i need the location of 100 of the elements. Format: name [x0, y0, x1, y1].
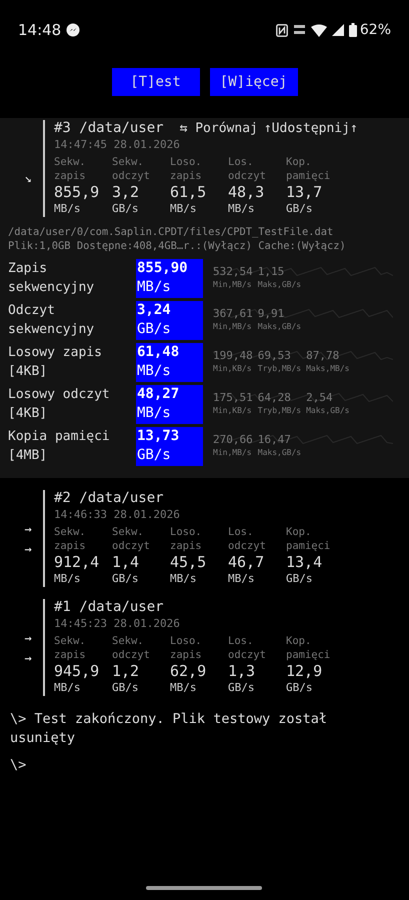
metric-label: Sekw. zapis — [54, 634, 87, 662]
metric-value: 13,7 — [286, 183, 324, 201]
wifi-icon — [310, 24, 327, 36]
test-unit: MB/s — [137, 362, 172, 381]
stat-label: Min,KB/s — [213, 405, 253, 416]
metric-value: 1,3 — [228, 662, 256, 680]
metric-unit: GB/s — [228, 680, 256, 696]
metric-unit: MB/s — [54, 680, 82, 696]
result-title[interactable]: #3 /data/user — [54, 120, 164, 136]
metric-unit: MB/s — [170, 201, 198, 217]
file-path: /data/user/0/com.Saplin.CPDT/files/CPDT_TestFile.dat — [8, 225, 334, 239]
test-name: Zapis sekwencyjny — [8, 260, 96, 297]
signal-icon — [332, 24, 344, 36]
arrow-marker[interactable]: → — [24, 542, 38, 556]
metric-value: 46,7 — [228, 553, 266, 571]
battery-level: 62% — [360, 22, 391, 38]
metric-unit: MB/s — [170, 680, 198, 696]
metric-value: 45,5 — [170, 553, 208, 571]
test-name: Odczyt sekwencyjny — [8, 302, 96, 339]
home-indicator[interactable] — [146, 886, 262, 890]
console-line: \> — [10, 756, 28, 775]
metric-value: 1,2 — [112, 662, 140, 680]
stat-label: Maks,GB/s — [258, 447, 302, 458]
test-value: 48,27 — [137, 385, 180, 404]
clock: 14:48 — [18, 21, 62, 39]
test-name: Losowy odczyt [4KB] — [8, 386, 111, 423]
arrow-marker[interactable]: → — [24, 630, 38, 644]
action-link[interactable]: ⇆ Porównaj — [180, 121, 264, 136]
metric-unit: GB/s — [286, 571, 314, 587]
stat-label: Maks,GB/s — [258, 321, 302, 332]
test-unit: GB/s — [137, 320, 172, 339]
metric-unit: GB/s — [112, 201, 140, 217]
metric-value: 912,4 — [54, 553, 100, 571]
metric-label: Los. odczyt — [228, 525, 267, 553]
stat-label: Tryb,MB/s — [258, 363, 302, 374]
metric-unit: MB/s — [228, 201, 256, 217]
menu-button[interactable]: [W]ięcej — [210, 68, 298, 96]
test-value: 3,24 — [137, 301, 172, 320]
metric-label: Los. odczyt — [228, 155, 267, 183]
stat-value: 532,54 — [213, 265, 253, 279]
metric-unit: GB/s — [112, 571, 140, 587]
stat-value: 199,48 — [213, 349, 253, 363]
result-timestamp: 14:46:33 28.01.2026 — [54, 508, 181, 521]
stat-value: 175,51 — [213, 391, 253, 405]
metric-label: Loso. zapis — [170, 155, 203, 183]
metric-label: Sekw. zapis — [54, 525, 87, 553]
metric-value: 48,3 — [228, 183, 266, 201]
metric-label: Sekw. odczyt — [112, 634, 151, 662]
stat-label: Tryb,MB/s — [258, 405, 302, 416]
metric-value: 1,4 — [112, 553, 140, 571]
result-title[interactable]: #2 /data/user — [54, 490, 164, 506]
stat-label: Min,KB/s — [213, 363, 253, 374]
metric-label: Sekw. odczyt — [112, 525, 151, 553]
arrow-marker[interactable]: → — [24, 522, 38, 536]
metric-value: 13,4 — [286, 553, 324, 571]
test-unit: MB/s — [137, 404, 172, 423]
test-name: Losowy zapis [4KB] — [8, 344, 103, 381]
metric-value: 3,2 — [112, 183, 140, 201]
metric-unit: MB/s — [54, 571, 82, 587]
result-title[interactable]: #1 /data/user — [54, 599, 164, 615]
metric-label: Kop. pamięci — [286, 634, 332, 662]
arrow-marker[interactable]: → — [24, 650, 38, 664]
action-link[interactable]: ↑Udostępnij↑ — [264, 121, 364, 136]
stat-value: 69,53 — [258, 349, 292, 363]
metric-unit: MB/s — [54, 201, 82, 217]
metric-value: 945,9 — [54, 662, 100, 680]
metric-unit: GB/s — [112, 680, 140, 696]
stat-label: Maks,GB/s — [306, 405, 350, 416]
stat-value: 270,66 — [213, 433, 253, 447]
result-timestamp: 14:47:45 28.01.2026 — [54, 138, 181, 151]
test-unit: GB/s — [137, 446, 172, 465]
metric-label: Loso. zapis — [170, 634, 203, 662]
stat-label: Maks,MB/s — [306, 363, 350, 374]
stat-value: 1,15 — [258, 265, 286, 279]
stat-value: 367,61 — [213, 307, 253, 321]
result-timestamp: 14:45:23 28.01.2026 — [54, 617, 181, 630]
test-unit: MB/s — [137, 278, 172, 297]
stat-value: 16,47 — [258, 433, 292, 447]
menu-button[interactable]: [T]est — [112, 68, 200, 96]
stat-label: Min,MB/s — [213, 279, 253, 290]
messenger-icon — [66, 23, 80, 37]
metric-label: Kop. pamięci — [286, 525, 332, 553]
metric-unit: GB/s — [286, 201, 314, 217]
stat-label: Min,MB/s — [213, 447, 253, 458]
test-name: Kopia pamięci [4MB] — [8, 428, 111, 465]
stat-value: 2,54 — [306, 391, 334, 405]
arrow-marker[interactable]: ↘ — [24, 171, 38, 185]
metric-unit: MB/s — [228, 571, 256, 587]
stat-label: Min,MB/s — [213, 321, 253, 332]
metric-label: Sekw. odczyt — [112, 155, 151, 183]
metric-label: Sekw. zapis — [54, 155, 87, 183]
stat-label: Maks,GB/s — [258, 279, 302, 290]
stat-value: 87,78 — [306, 349, 340, 363]
metric-value: 62,9 — [170, 662, 208, 680]
test-value: 61,48 — [137, 343, 180, 362]
metric-value: 61,5 — [170, 183, 208, 201]
stat-value: 9,91 — [258, 307, 286, 321]
metric-value: 855,9 — [54, 183, 100, 201]
metric-label: Los. odczyt — [228, 634, 267, 662]
battery-icon — [348, 23, 357, 37]
